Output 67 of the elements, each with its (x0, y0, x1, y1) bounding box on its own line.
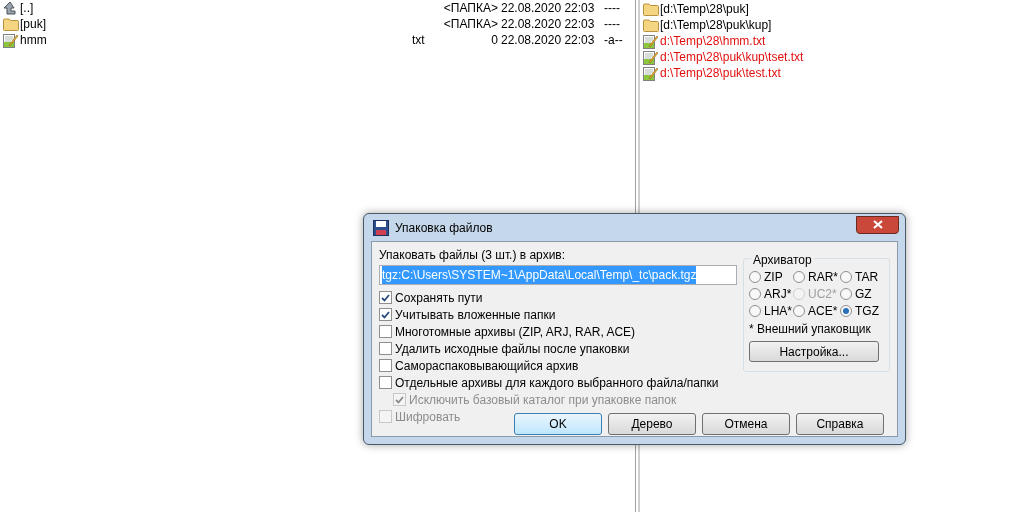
settings-button[interactable]: Настройка... (749, 341, 879, 362)
radio-button[interactable] (840, 271, 852, 283)
folder-icon (643, 2, 659, 16)
text-file-icon (643, 49, 658, 65)
file-date: 22.08.2020 22:03 (501, 32, 596, 49)
text-file-icon (643, 65, 658, 81)
dialog-button[interactable]: Отмена (702, 413, 790, 435)
radio-button[interactable] (840, 288, 852, 300)
file-size: <ПАПКА> (443, 16, 498, 33)
close-icon (872, 220, 883, 229)
dialog-button[interactable]: Справка (796, 413, 884, 435)
radio-label: LHA* (764, 303, 792, 320)
radio-button[interactable] (749, 305, 761, 317)
checkbox[interactable] (379, 342, 392, 355)
file-path[interactable]: [d:\Temp\28\puk] (660, 0, 749, 18)
checkbox-label: Удалить исходные файлы после упаковки (395, 340, 630, 358)
radio-label: TAR (855, 269, 879, 286)
dialog-button[interactable]: Дерево (608, 413, 696, 435)
file-size: <ПАПКА> (443, 0, 498, 17)
checkbox[interactable] (379, 376, 392, 389)
checkbox[interactable] (379, 359, 392, 372)
radio-label: RAR* (808, 269, 838, 286)
file-path[interactable]: d:\Temp\28\puk\kup\tset.txt (660, 48, 804, 66)
checkbox-label: Учитывать вложенные папки (395, 306, 556, 324)
close-button[interactable] (856, 215, 899, 234)
file-date: 22.08.2020 22:03 (501, 0, 596, 17)
checkbox-label: Сохранять пути (395, 289, 483, 307)
radio-button[interactable] (749, 288, 761, 300)
checkbox[interactable] (379, 291, 392, 304)
field-label: Упаковать файлы (3 шт.) в архив: (379, 248, 566, 263)
checkbox-label: Отдельные архивы для каждого выбранного файла/папки (395, 374, 719, 392)
radio-label: UC2* (808, 286, 837, 303)
file-name[interactable]: [puk] (20, 15, 412, 33)
checkbox[interactable] (379, 325, 392, 338)
radio-button[interactable] (840, 305, 852, 317)
file-attributes: ---- (604, 0, 620, 17)
text-file-icon (643, 33, 658, 49)
file-attributes: -a-- (604, 32, 623, 49)
radio-label: ZIP (764, 269, 783, 286)
radio-label: ARJ* (764, 286, 792, 303)
checkbox-label: Шифровать (395, 408, 461, 426)
radio-label: GZ (855, 286, 872, 303)
radio-button[interactable] (749, 271, 761, 283)
file-name[interactable]: hmm (20, 31, 412, 49)
window-title: Упаковка файлов (395, 219, 493, 237)
up-arrow-icon (3, 1, 18, 15)
checkbox-label: Многотомные архивы (ZIP, ARJ, RAR, ACE) (395, 323, 636, 341)
file-attributes: ---- (604, 16, 620, 33)
dialog-button[interactable]: OK (514, 413, 602, 435)
folder-icon (643, 18, 659, 32)
radio-label: TGZ (855, 303, 879, 320)
text-file-icon (3, 32, 18, 48)
file-extension: txt (412, 33, 425, 47)
radio-label: ACE* (808, 303, 838, 320)
checkbox-label: Самораспаковывающийся архив (395, 357, 579, 375)
radio-button[interactable] (793, 305, 805, 317)
footnote-text: * Внешний упаковщик (749, 322, 871, 337)
file-date: 22.08.2020 22:03 (501, 16, 596, 33)
file-size: 0 (491, 32, 498, 49)
file-path[interactable]: d:\Temp\28\hmm.txt (660, 32, 766, 50)
checkbox-label: Исключить базовый каталог при упаковке папок (409, 391, 677, 409)
file-path[interactable]: [d:\Temp\28\puk\kup] (660, 16, 772, 34)
radio-button[interactable] (793, 271, 805, 283)
checkbox[interactable] (379, 308, 392, 321)
file-name[interactable]: [..] (20, 0, 412, 17)
file-path[interactable]: d:\Temp\28\puk\test.txt (660, 64, 781, 82)
folder-icon (3, 17, 19, 31)
